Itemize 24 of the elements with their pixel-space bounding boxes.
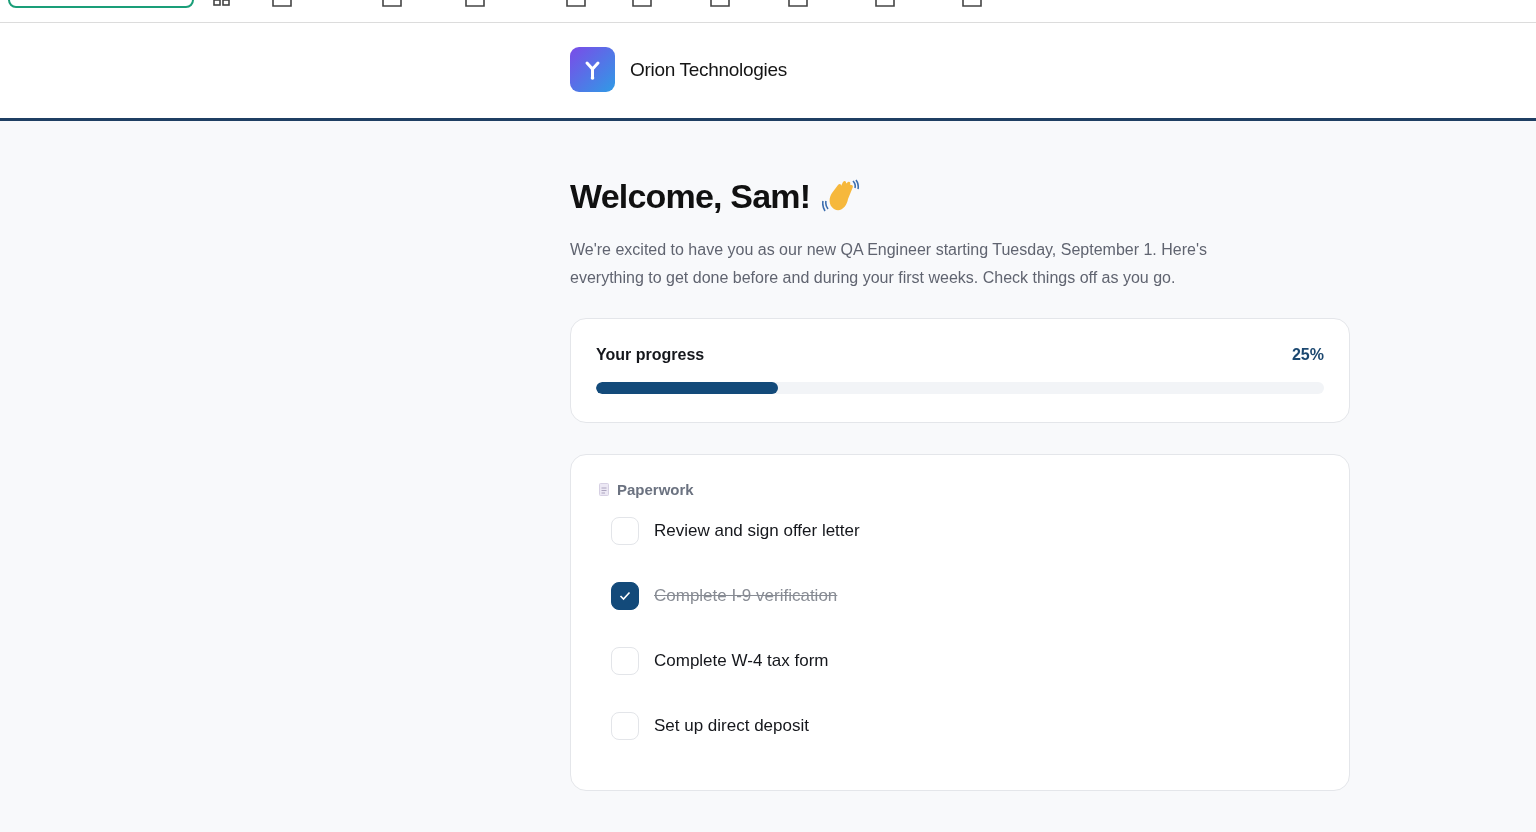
- check-icon: [619, 590, 631, 601]
- checkbox[interactable]: [611, 581, 639, 610]
- task-label: Review and sign offer letter: [654, 520, 860, 541]
- folder-icon[interactable]: [272, 0, 292, 7]
- task-label: Complete I-9 verification: [654, 585, 838, 606]
- task-label: Set up direct deposit: [654, 715, 809, 736]
- apps-icon[interactable]: [213, 0, 231, 6]
- intro-text: We're excited to have you as our new QA Engineer starting Tuesday, September 1. Here's everything to get done before and during your first weeks. Check things off as you go.: [570, 240, 1208, 288]
- folder-icon[interactable]: [632, 0, 652, 7]
- document-icon: [599, 483, 609, 496]
- folder-icon[interactable]: [710, 0, 730, 7]
- task-label: Complete W-4 tax form: [654, 650, 829, 671]
- progress-percent: 25%: [1291, 346, 1324, 364]
- folder-icon[interactable]: [962, 0, 982, 7]
- folder-icon[interactable]: [465, 0, 485, 7]
- logo-icon: [570, 47, 615, 92]
- welcome-heading: Welcome, Sam!: [570, 177, 811, 216]
- company-name: Orion Technologies: [630, 58, 787, 81]
- progress-label: Your progress: [596, 346, 705, 364]
- section-title: Paperwork: [617, 481, 694, 498]
- folder-icon[interactable]: [566, 0, 586, 7]
- folder-icon[interactable]: [382, 0, 402, 7]
- folder-icon[interactable]: [788, 0, 808, 7]
- folder-icon[interactable]: [875, 0, 895, 7]
